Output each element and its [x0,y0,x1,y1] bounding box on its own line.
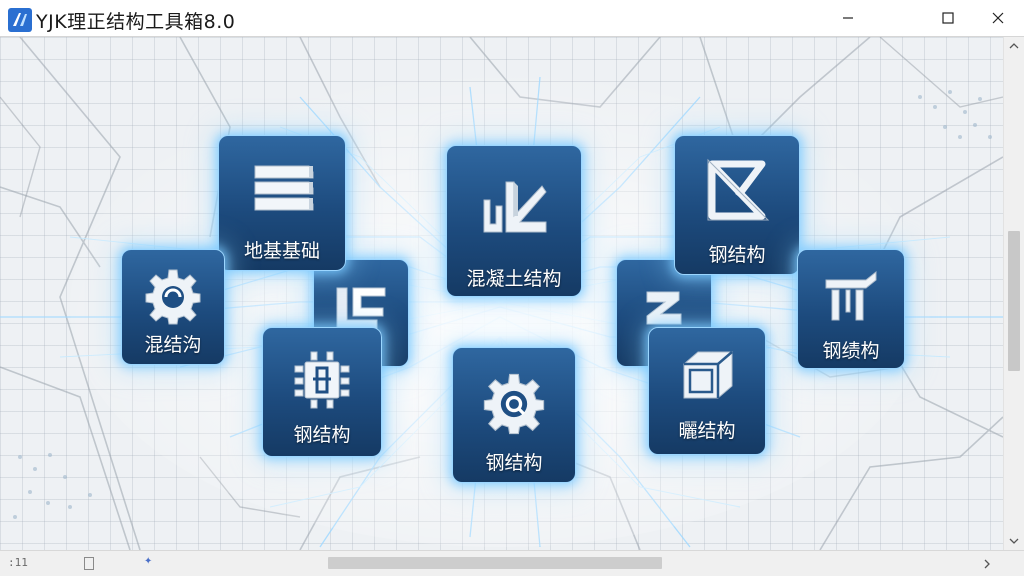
maximize-icon [942,12,954,24]
status-text: :11 [8,556,28,569]
gear-icon [483,373,545,435]
vertical-scroll-thumb[interactable] [1008,231,1020,371]
horizontal-scroll-thumb[interactable] [328,557,662,569]
concrete-section-icon [483,181,547,233]
minimize-button[interactable] [824,0,872,36]
tile-frame-structure[interactable]: 曬结构 [648,327,766,455]
gear-icon [145,269,201,325]
tile-steel-beam-label: 钢绩构 [822,340,880,362]
main-canvas: 地基基础 混结沟 钢结构 混凝土结构 钢结构 钢结构 曬结构 钢绩构 [0,37,1003,550]
triangle-frame-icon [707,158,770,221]
tile-foundation-label: 地基基础 [243,240,320,262]
tile-steel-frame-label: 钢结构 [708,244,766,266]
beam-table-icon [825,270,877,321]
close-icon [992,12,1004,24]
minimize-icon [843,17,853,19]
app-logo-icon [8,8,32,32]
tile-concrete-label: 混凝土结构 [466,268,562,290]
box-frame-icon [683,351,733,399]
status-bar: :11 ✦ [0,550,1024,576]
scroll-up-icon[interactable] [1009,43,1019,49]
maximize-button[interactable] [924,0,972,36]
status-box-icon [84,557,94,570]
tile-mixed[interactable]: 混结沟 [121,249,225,365]
chip-frame-icon [294,351,350,409]
scroll-right-icon[interactable] [984,559,990,569]
tile-frame-structure-label: 曬结构 [678,420,736,442]
tile-steel-gear[interactable]: 钢结构 [452,347,576,483]
tile-concrete[interactable]: 混凝土结构 [446,145,582,297]
vertical-scrollbar[interactable] [1003,37,1024,550]
window-title: YJK理正结构工具箱8.0 [36,11,236,33]
tile-steel-chip-label: 钢结构 [293,424,351,446]
tile-steel-gear-label: 钢结构 [485,452,543,474]
tile-foundation[interactable]: 地基基础 [218,135,346,271]
tile-steel-beam[interactable]: 钢绩构 [797,249,905,369]
tile-steel-frame[interactable]: 钢结构 [674,135,800,275]
close-button[interactable] [974,0,1022,36]
title-bar: YJK理正结构工具箱8.0 [0,0,1024,37]
stacked-slabs-icon [254,165,314,211]
scroll-down-icon[interactable] [1009,538,1019,544]
tile-mixed-label: 混结沟 [144,334,202,356]
tile-steel-chip[interactable]: 钢结构 [262,327,382,457]
status-marker-icon: ✦ [144,556,153,567]
